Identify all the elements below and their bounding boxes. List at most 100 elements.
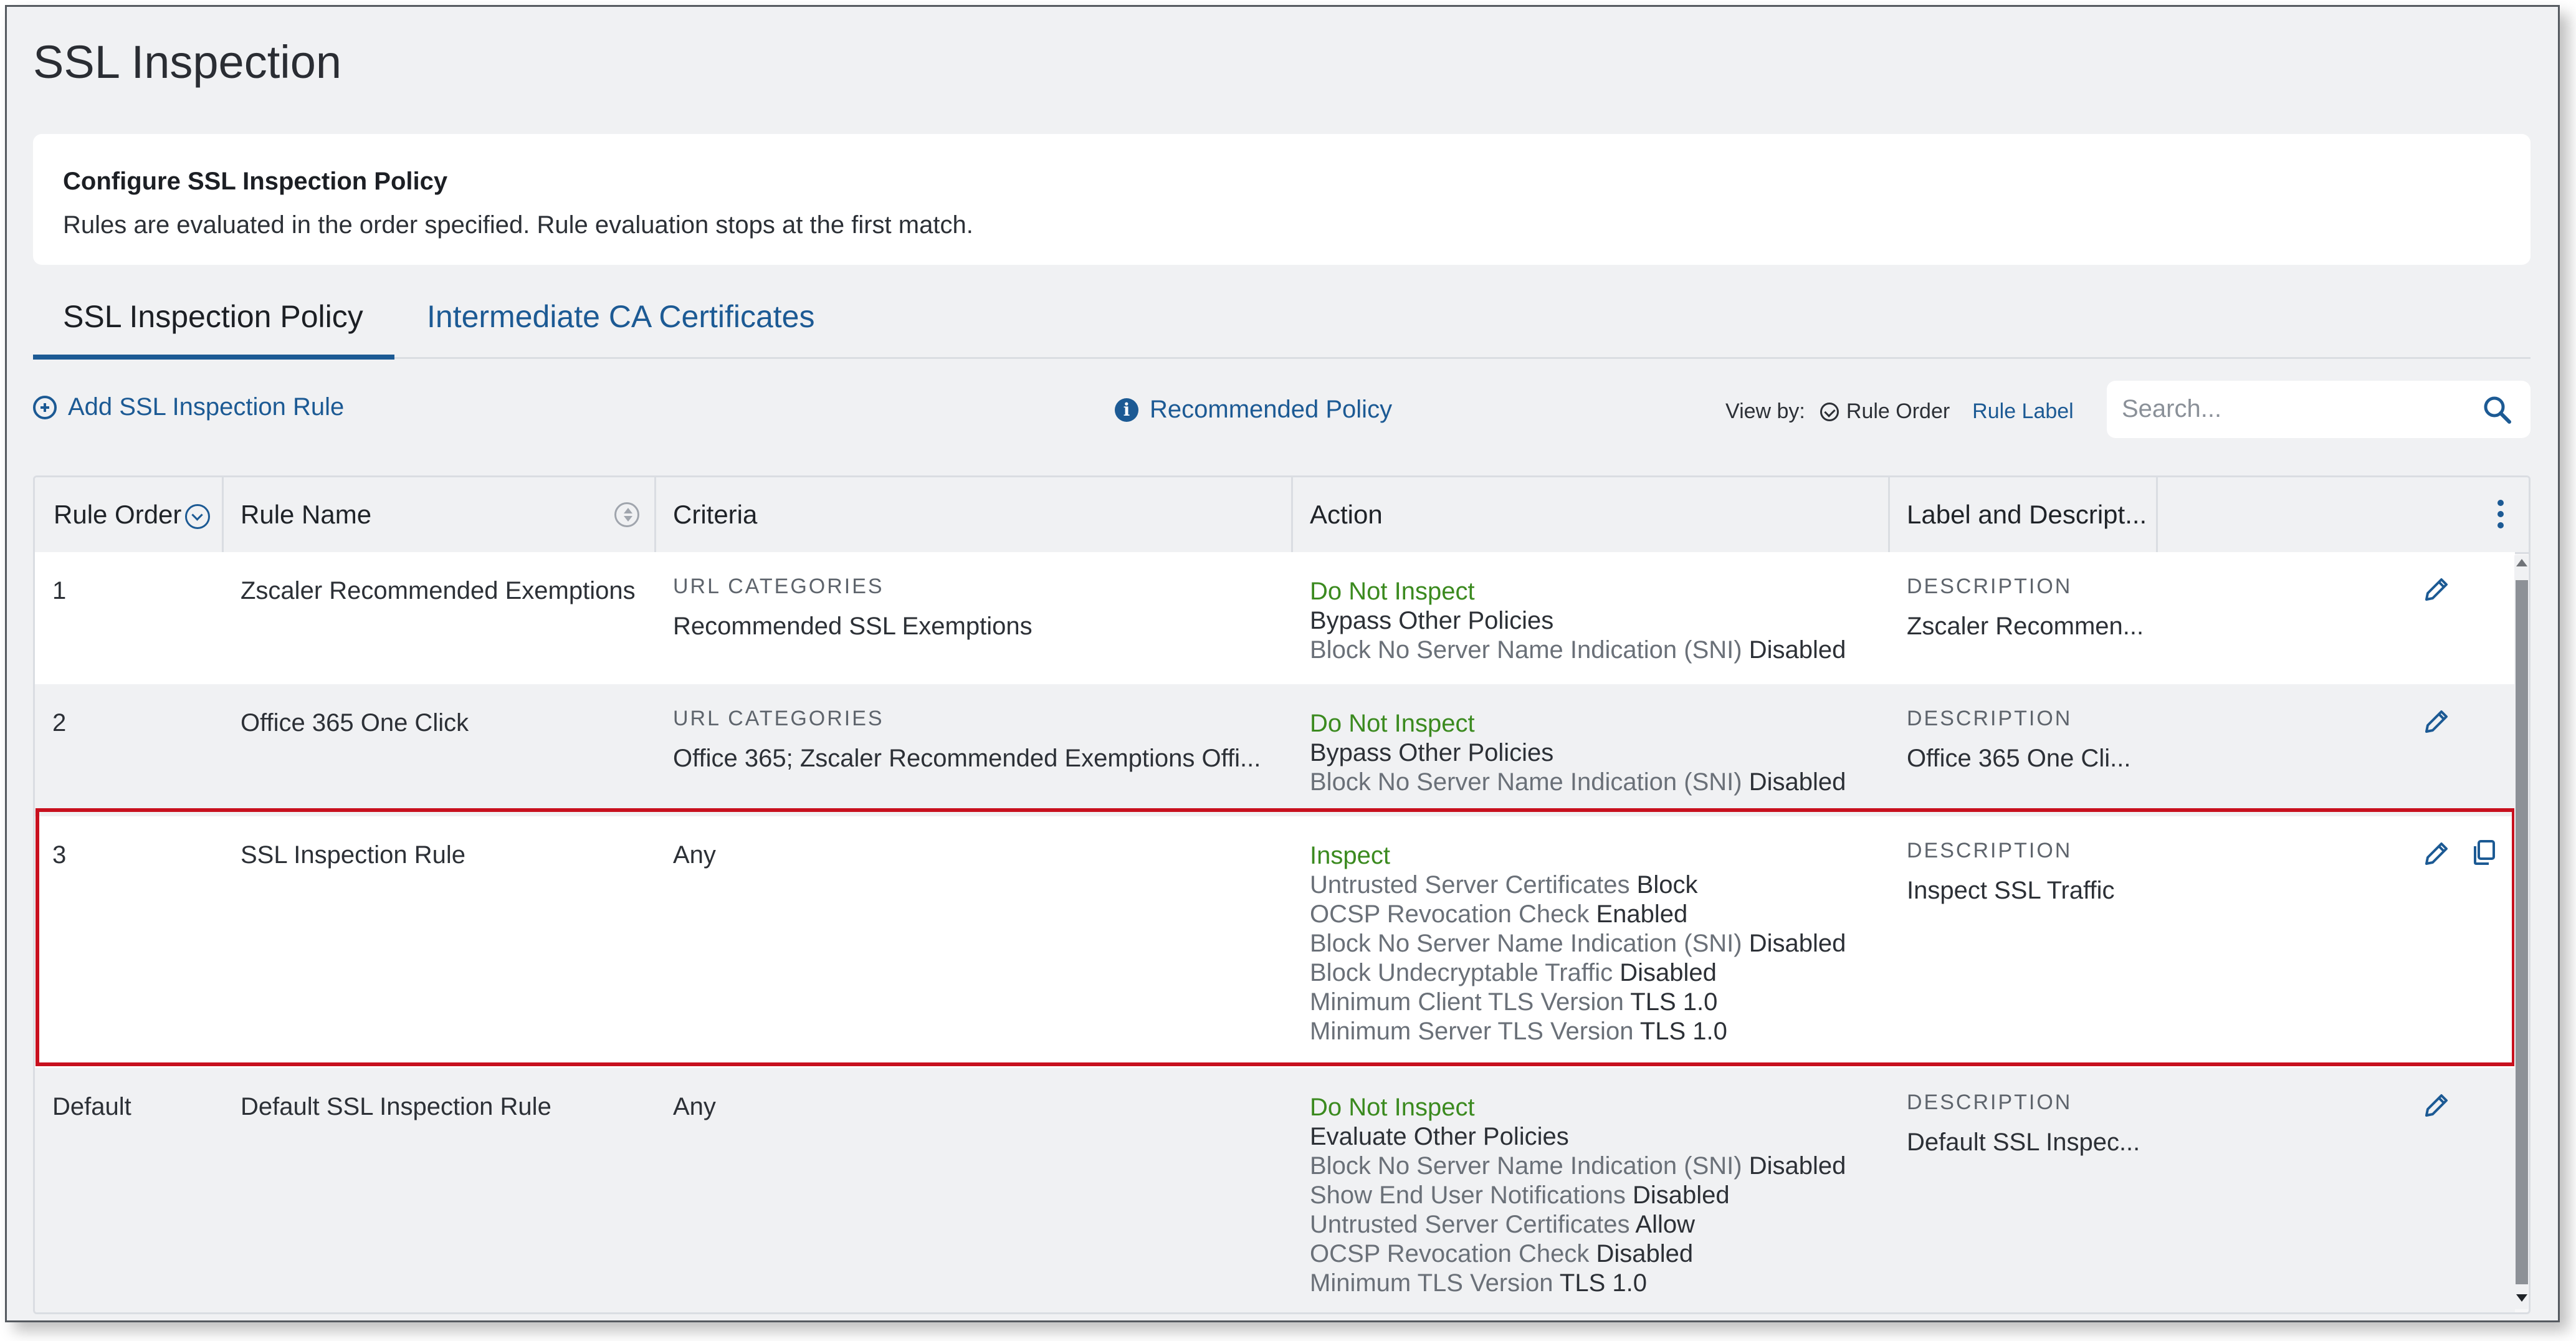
- add-rule-label: Add SSL Inspection Rule: [68, 393, 345, 421]
- add-ssl-inspection-rule-button[interactable]: Add SSL Inspection Rule: [33, 393, 344, 421]
- policy-info-card: Configure SSL Inspection Policy Rules ar…: [33, 134, 2531, 265]
- scrollbar-thumb[interactable]: [2516, 580, 2528, 1284]
- action-line: Block No Server Name Indication (SNI) Di…: [1310, 636, 1846, 665]
- action-line: Bypass Other Policies: [1310, 738, 1846, 768]
- action: Do Not Inspect Bypass Other Policies Blo…: [1310, 577, 1846, 665]
- action: Do Not Inspect Bypass Other Policies Blo…: [1310, 709, 1846, 797]
- info-text: Rules are evaluated in the order specifi…: [63, 211, 973, 239]
- view-by-rule-order-label: Rule Order: [1846, 399, 1950, 423]
- view-by-rule-label[interactable]: Rule Label: [1972, 399, 2074, 424]
- description-value: Zscaler Recommen...: [1907, 613, 2144, 640]
- rule-order: 1: [52, 577, 67, 604]
- action-line: Block No Server Name Indication (SNI) Di…: [1310, 768, 1846, 797]
- header-label-description: Label and Descript...: [1907, 500, 2147, 529]
- action-key: Untrusted Server Certificates: [1310, 1211, 1630, 1238]
- header-rule-order-label: Rule Order: [54, 500, 182, 529]
- criteria-value: Any: [673, 1093, 716, 1120]
- page-title: SSL Inspection: [33, 36, 342, 88]
- active-tab-indicator: [33, 355, 394, 360]
- action-key: Minimum TLS Version: [1310, 1269, 1553, 1297]
- scroll-down-arrow-icon[interactable]: [2516, 1294, 2527, 1302]
- sort-descending-icon[interactable]: [185, 503, 211, 529]
- table-row[interactable]: 1 Zscaler Recommended Exemptions URL CAT…: [35, 552, 2515, 684]
- criteria: URL CATEGORIES Recommended SSL Exemption…: [673, 575, 1033, 641]
- description-value: Default SSL Inspec...: [1907, 1129, 2140, 1156]
- action-key: Block No Server Name Indication (SNI): [1310, 768, 1742, 796]
- recommended-policy-label: Recommended Policy: [1150, 396, 1393, 423]
- rule-name: Default SSL Inspection Rule: [241, 1093, 551, 1120]
- search-input[interactable]: [2120, 391, 2472, 427]
- edit-pencil-icon[interactable]: [2421, 1090, 2451, 1120]
- rule-order: Default: [52, 1093, 131, 1120]
- edit-pencil-icon[interactable]: [2421, 707, 2451, 737]
- description-caption: DESCRIPTION: [1907, 1090, 2073, 1114]
- action-main: Do Not Inspect: [1310, 710, 1475, 737]
- tab-bar: SSL Inspection Policy Intermediate CA Ce…: [33, 281, 2531, 360]
- description-value: Office 365 One Cli...: [1907, 745, 2131, 772]
- rule-order: 2: [52, 709, 67, 737]
- rule-name: Office 365 One Click: [241, 709, 469, 737]
- action: Do Not Inspect Evaluate Other Policies B…: [1310, 1093, 1846, 1298]
- action-key: Bypass Other Policies: [1310, 739, 1554, 766]
- action-main: Do Not Inspect: [1310, 578, 1475, 605]
- recommended-policy-link[interactable]: i Recommended Policy: [1115, 396, 1392, 424]
- action-key: OCSP Revocation Check: [1310, 1240, 1590, 1267]
- action-key: Bypass Other Policies: [1310, 607, 1554, 634]
- action-line: Untrusted Server Certificates Allow: [1310, 1210, 1846, 1239]
- label-description: DESCRIPTION Office 365 One Cli...: [1907, 707, 2130, 773]
- action-key: Show End User Notifications: [1310, 1181, 1626, 1209]
- action-line: Block No Server Name Indication (SNI) Di…: [1310, 1152, 1846, 1181]
- edit-pencil-icon[interactable]: [2421, 575, 2451, 604]
- tab-ssl-inspection-policy[interactable]: SSL Inspection Policy: [63, 298, 363, 335]
- criteria-value: Recommended SSL Exemptions: [673, 613, 1033, 640]
- table-row[interactable]: Default Default SSL Inspection Rule Any …: [35, 1068, 2515, 1312]
- action-line: Evaluate Other Policies: [1310, 1122, 1846, 1152]
- action-line: Show End User Notifications Disabled: [1310, 1181, 1846, 1210]
- criteria: URL CATEGORIES Office 365; Zscaler Recom…: [673, 707, 1261, 773]
- row-actions: [2421, 1090, 2451, 1120]
- criteria-caption: URL CATEGORIES: [673, 707, 884, 730]
- action-line: OCSP Revocation Check Disabled: [1310, 1239, 1846, 1269]
- description-caption: DESCRIPTION: [1907, 575, 2073, 598]
- view-by-control: View by: Rule Order Rule Label: [1725, 399, 2074, 424]
- row-actions: [2421, 707, 2451, 737]
- view-by-rule-order[interactable]: Rule Order: [1820, 399, 1950, 424]
- action-line: Bypass Other Policies: [1310, 606, 1846, 636]
- search-icon[interactable]: [2482, 394, 2512, 424]
- action-main: Do Not Inspect: [1310, 1094, 1475, 1121]
- table-header: Rule Order Rule Name Criteria Action Lab…: [35, 477, 2529, 554]
- header-action: Action: [1310, 500, 1383, 529]
- info-title: Configure SSL Inspection Policy: [63, 168, 448, 195]
- action-key: Block No Server Name Indication (SNI): [1310, 636, 1742, 664]
- info-icon: i: [1115, 398, 1138, 422]
- kebab-menu-icon[interactable]: [2497, 500, 2504, 531]
- view-by-label: View by:: [1725, 399, 1805, 423]
- action-value: Disabled: [1748, 768, 1846, 796]
- description-caption: DESCRIPTION: [1907, 707, 2073, 730]
- rule-name: Zscaler Recommended Exemptions: [241, 577, 636, 604]
- criteria: Any: [673, 1093, 716, 1121]
- row-actions: [2421, 575, 2451, 604]
- app-window: SSL Inspection Configure SSL Inspection …: [5, 5, 2560, 1322]
- check-circle-icon: [1820, 402, 1839, 421]
- action-value: Allow: [1635, 1211, 1696, 1238]
- highlight-box: [36, 808, 2516, 1066]
- column-divider: [2156, 477, 2158, 552]
- sort-icon[interactable]: [614, 502, 639, 527]
- table-row[interactable]: 2 Office 365 One Click URL CATEGORIES Of…: [35, 684, 2515, 816]
- action-value: TLS 1.0: [1559, 1269, 1647, 1297]
- header-criteria: Criteria: [673, 500, 758, 529]
- criteria-caption: URL CATEGORIES: [673, 575, 884, 598]
- plus-circle-icon: [33, 395, 57, 419]
- scroll-up-arrow-icon[interactable]: [2516, 559, 2527, 566]
- action-key: Evaluate Other Policies: [1310, 1123, 1569, 1150]
- search-box: [2107, 381, 2531, 438]
- header-rule-order[interactable]: Rule Order: [35, 477, 228, 552]
- criteria-value: Office 365; Zscaler Recommended Exemptio…: [673, 745, 1261, 772]
- action-key: Block No Server Name Indication (SNI): [1310, 1152, 1742, 1180]
- action-value: Disabled: [1748, 636, 1846, 664]
- tab-intermediate-ca-certificates[interactable]: Intermediate CA Certificates: [427, 298, 815, 335]
- header-rule-name[interactable]: Rule Name: [222, 477, 658, 552]
- action-line: Minimum TLS Version TLS 1.0: [1310, 1269, 1846, 1298]
- label-description: DESCRIPTION Zscaler Recommen...: [1907, 575, 2144, 641]
